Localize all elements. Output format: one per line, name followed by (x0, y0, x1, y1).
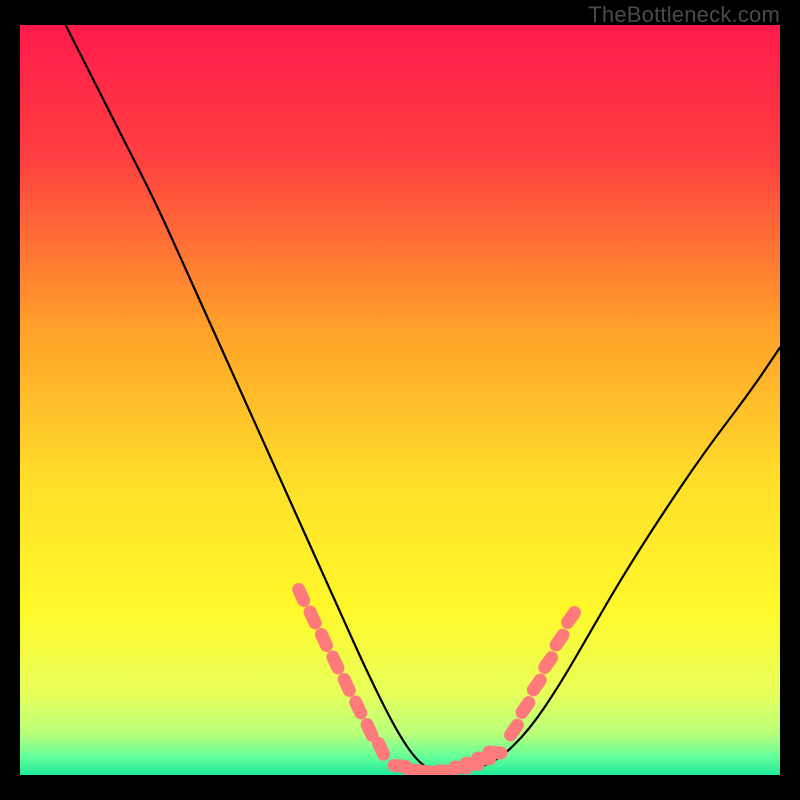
data-marker (511, 725, 518, 735)
data-marker (522, 703, 529, 713)
data-marker (333, 657, 338, 668)
data-marker (556, 635, 563, 645)
curve-layer (20, 25, 780, 775)
data-marker (299, 590, 304, 601)
data-marker (321, 635, 326, 646)
markers-bottom (394, 752, 501, 773)
data-marker (545, 658, 552, 668)
data-marker (378, 743, 383, 754)
plot-area (20, 25, 780, 775)
data-marker (310, 612, 315, 623)
data-marker (568, 613, 575, 623)
data-marker (344, 680, 349, 691)
main-curve (66, 25, 780, 774)
data-marker (367, 725, 372, 736)
data-marker (489, 752, 501, 753)
data-marker (533, 680, 540, 690)
data-marker (356, 702, 361, 713)
chart-frame: TheBottleneck.com (0, 0, 800, 800)
